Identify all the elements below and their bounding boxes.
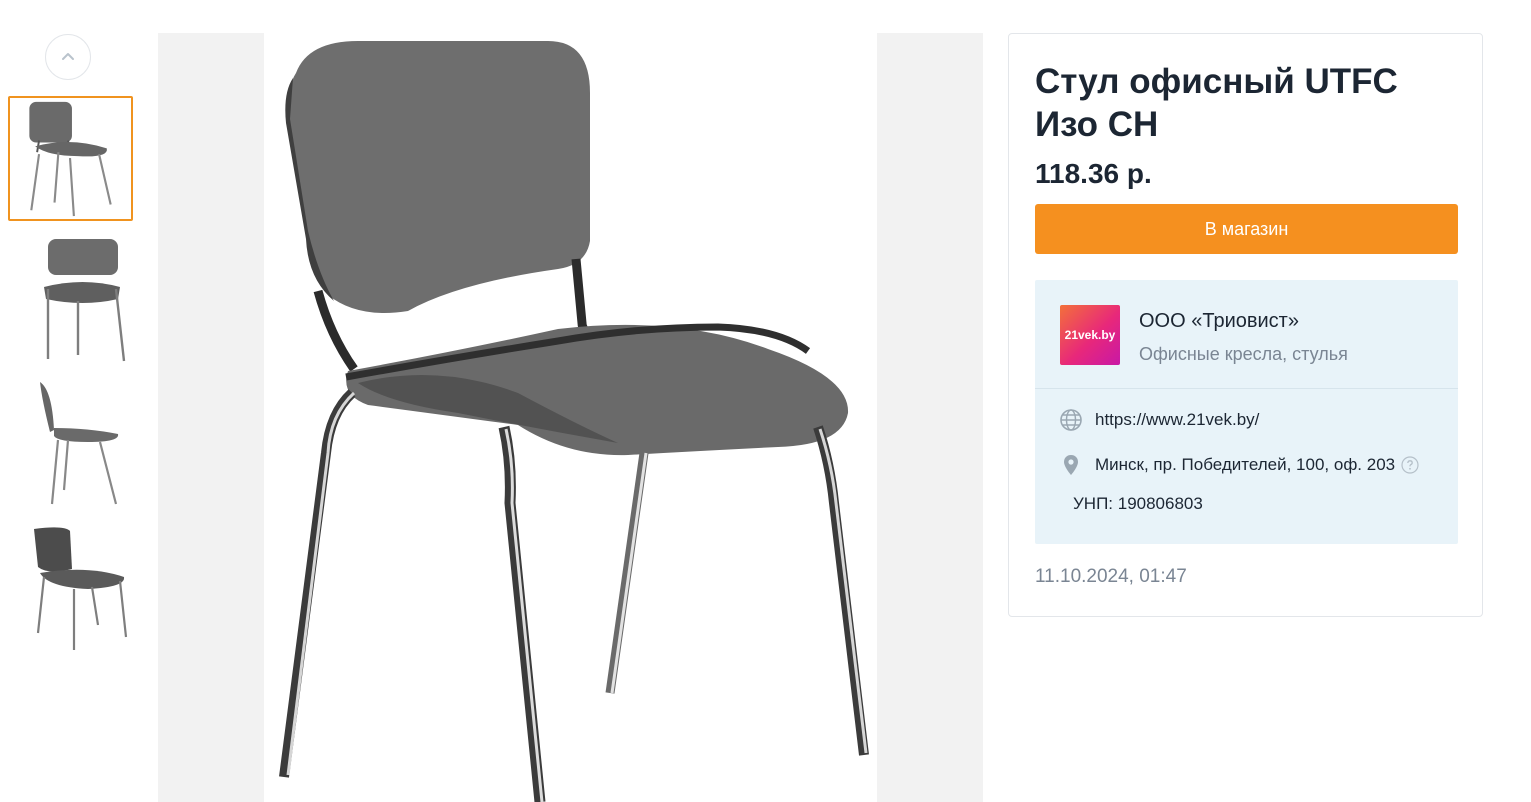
chair-image [279,41,869,802]
seller-name[interactable]: ООО «Триовист» [1139,310,1299,333]
divider [1035,388,1458,389]
thumbnail-1[interactable] [8,96,133,221]
globe-icon [1059,408,1083,432]
seller-logo[interactable]: 21vek.by [1060,305,1120,365]
product-price: 118.36 р. [1035,158,1152,189]
thumbnail-scroll-up-button[interactable] [45,34,91,80]
chair-thumbnail-image [34,527,128,650]
chair-thumbnail-image [40,382,119,505]
seller-unp: УНП: 190806803 [1073,494,1203,513]
seller-website-row: https://www.21vek.by/ [1059,408,1259,432]
product-offer-card: Стул офисный UTFC Изо CH 118.36 р. В маг… [1008,33,1483,617]
offer-updated-date: 11.10.2024, 01:47 [1035,566,1187,587]
go-to-shop-button[interactable]: В магазин [1035,204,1458,254]
thumbnail-3[interactable] [8,380,133,505]
help-icon[interactable] [1401,456,1419,474]
product-page: Стул офисный UTFC Изо CH 118.36 р. В маг… [0,0,1531,802]
product-title: Стул офисный UTFC Изо CH [1035,62,1398,144]
seller-website-link[interactable]: https://www.21vek.by/ [1095,410,1259,430]
seller-info-panel: 21vek.by ООО «Триовист» Офисные кресла, … [1035,280,1458,544]
seller-category: Офисные кресла, стулья [1139,344,1348,364]
chair-thumbnail-image [29,101,112,217]
seller-address: Минск, пр. Победителей, 100, оф. 203 [1095,455,1396,474]
chevron-up-icon [62,53,74,60]
thumbnail-4[interactable] [8,525,133,650]
chair-thumbnail-image [44,239,126,362]
location-pin-icon [1059,453,1083,477]
thumbnail-2[interactable] [8,237,133,362]
main-product-image[interactable] [158,33,983,802]
seller-address-row: Минск, пр. Победителей, 100, оф. 203 [1059,453,1419,477]
